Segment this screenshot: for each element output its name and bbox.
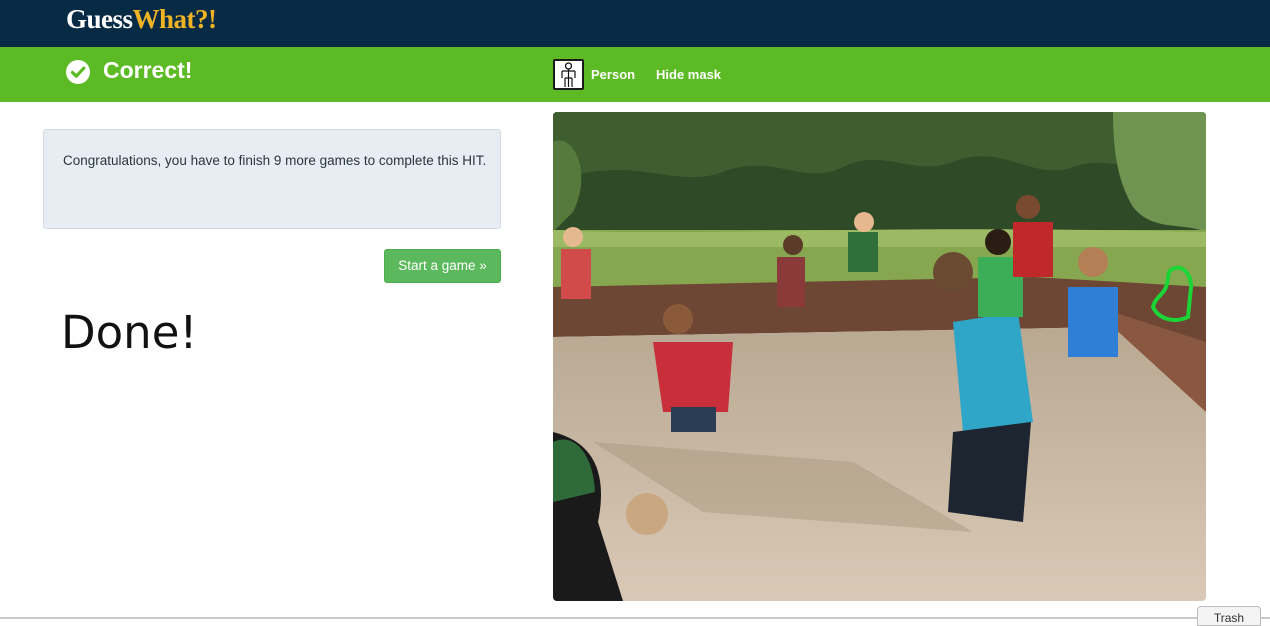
brand-logo[interactable]: GuessWhat?! <box>66 4 217 35</box>
done-heading: Done! <box>61 306 198 359</box>
info-message: Congratulations, you have to finish 9 mo… <box>63 153 487 168</box>
top-navbar: GuessWhat?! <box>0 0 1270 47</box>
trash-tab[interactable]: Trash <box>1197 606 1261 626</box>
hide-mask-link[interactable]: Hide mask <box>656 67 721 82</box>
game-photo <box>553 112 1206 601</box>
start-game-button[interactable]: Start a game » <box>384 249 501 283</box>
brand-logo-part1: Guess <box>66 4 133 34</box>
category-label: Person <box>591 67 636 82</box>
info-alert: Congratulations, you have to finish 9 mo… <box>43 129 501 229</box>
brand-logo-part2: What?! <box>132 4 218 34</box>
person-icon <box>553 59 584 90</box>
status-text: Correct! <box>103 57 193 83</box>
check-circle-icon <box>66 60 90 84</box>
status-bar: Correct! Person Hide mask <box>0 47 1270 102</box>
